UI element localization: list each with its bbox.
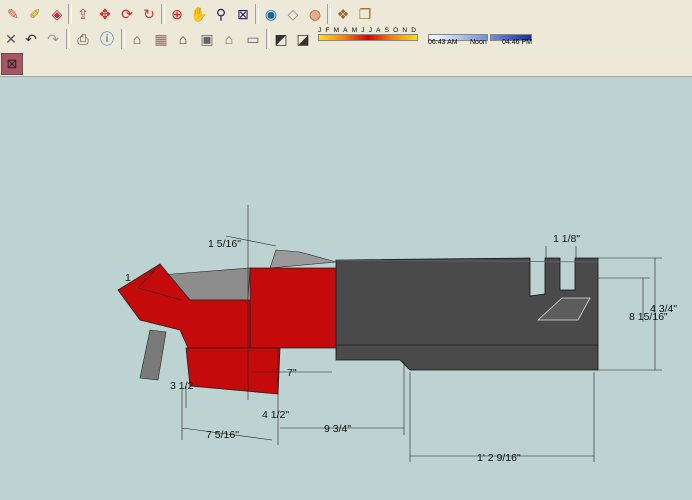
toolbar-separator xyxy=(66,29,70,49)
toolbar-area: ✎ ✐ ◈ ⇪ ✥ ⟳ ↻ ⊕ ✋ ⚲ ⊠ ◉ ◇ ◍ ❖ ❒ ✕ ↶ ↷ ⎙ … xyxy=(0,0,692,77)
red-face-block xyxy=(249,267,337,349)
dim-left-3-1-2: 3 1/2 xyxy=(170,380,194,392)
toolbar-row-3: ⊠ xyxy=(0,52,692,78)
sunset-time: 04:46 PM xyxy=(502,39,532,46)
right-view-icon[interactable]: ▣ xyxy=(196,28,218,50)
date-slider[interactable] xyxy=(318,34,418,41)
rotate-icon[interactable]: ⟳ xyxy=(116,3,138,25)
pan-icon[interactable]: ✋ xyxy=(188,3,210,25)
sunrise-time: 06:43 AM xyxy=(428,39,458,46)
dim-right-total: 8 15/16" xyxy=(629,311,668,323)
get-models-icon[interactable]: ◉ xyxy=(260,3,282,25)
component-icon[interactable]: ❖ xyxy=(332,3,354,25)
shadow-settings-icon[interactable]: ◩ xyxy=(270,28,292,50)
drawing-canvas[interactable]: 1 5/16" 1 1/8" 4 3/4" 8 15/16" 7" 3 1/2 … xyxy=(0,76,692,500)
undo-icon[interactable]: ↶ xyxy=(20,28,42,50)
dim-bottom-7-5-16: 7 5/16" xyxy=(206,429,239,441)
dim-bottom-7: 7" xyxy=(287,367,297,379)
toolbar-row-2: ✕ ↶ ↷ ⎙ ⓘ ⌂ ▦ ⌂ ▣ ⌂ ▭ ◩ ◪ JFMAMJJASOND 0… xyxy=(0,27,692,53)
dim-bottom-9-3-4: 9 3/4" xyxy=(324,423,351,435)
zoom-icon[interactable]: ⚲ xyxy=(210,3,232,25)
red-face-foot xyxy=(185,347,281,395)
model-info-icon[interactable]: ⓘ xyxy=(96,28,118,50)
gray-face-stub xyxy=(269,249,337,269)
tape-measure-icon[interactable]: ✐ xyxy=(24,3,46,25)
follow-me-icon[interactable]: ↻ xyxy=(138,3,160,25)
iso-view-icon[interactable]: ⌂ xyxy=(126,28,148,50)
orbit-icon[interactable]: ⊕ xyxy=(166,3,188,25)
print-icon[interactable]: ⎙ xyxy=(72,28,94,50)
close-icon[interactable]: ✕ xyxy=(0,28,22,50)
materials-icon[interactable]: ❒ xyxy=(354,3,376,25)
section-plane-icon[interactable]: ⊠ xyxy=(1,53,23,75)
dim-bottom-long: 1' 2 9/16" xyxy=(477,452,521,464)
google-earth-icon[interactable]: ◍ xyxy=(304,3,326,25)
dim-bottom-4-1-2: 4 1/2" xyxy=(262,409,289,421)
move-icon[interactable]: ✥ xyxy=(94,3,116,25)
back-view-icon[interactable]: ⌂ xyxy=(218,28,240,50)
top-view-icon[interactable]: ▦ xyxy=(150,28,172,50)
eraser-icon[interactable]: ✎ xyxy=(2,3,24,25)
gray-face-leg xyxy=(139,329,167,381)
share-model-icon[interactable]: ◇ xyxy=(282,3,304,25)
dim-top-left: 1 5/16" xyxy=(208,238,241,250)
front-view-icon[interactable]: ⌂ xyxy=(172,28,194,50)
shadows-toggle-icon[interactable]: ◪ xyxy=(292,28,314,50)
toolbar-separator xyxy=(161,4,165,24)
toolbar-separator xyxy=(121,29,125,49)
noon-label: Noon xyxy=(470,39,487,46)
push-pull-icon[interactable]: ⇪ xyxy=(72,3,94,25)
paint-bucket-icon[interactable]: ◈ xyxy=(46,3,68,25)
zoom-extents-icon[interactable]: ⊠ xyxy=(232,3,254,25)
left-view-icon[interactable]: ▭ xyxy=(242,28,264,50)
redo-icon[interactable]: ↷ xyxy=(42,28,64,50)
toolbar-row-1: ✎ ✐ ◈ ⇪ ✥ ⟳ ↻ ⊕ ✋ ⚲ ⊠ ◉ ◇ ◍ ❖ ❒ xyxy=(0,2,692,28)
toolbar-separator xyxy=(255,4,259,24)
dim-left-stub: 1 xyxy=(125,272,131,284)
dim-top-right: 1 1/8" xyxy=(553,233,580,245)
toolbar-separator xyxy=(327,4,331,24)
